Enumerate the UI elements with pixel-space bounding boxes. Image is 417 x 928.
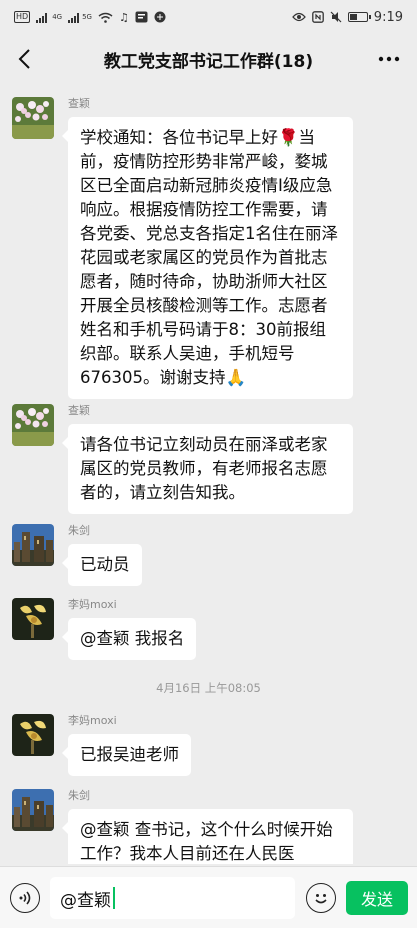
lily-avatar-image	[12, 598, 54, 640]
wifi-icon	[98, 12, 113, 23]
message-item: 查颖 请各位书记立刻动员在丽泽或老家属区的党员教师，有老师报名志愿者的，请立刻告…	[12, 404, 353, 514]
back-button[interactable]	[12, 46, 38, 72]
message-bubble[interactable]: 已报吴迪老师	[62, 734, 191, 776]
status-bar: HD 4G 5G ♫ 9:19	[0, 0, 417, 34]
text-caret	[113, 887, 115, 909]
status-left: HD 4G 5G ♫	[14, 11, 166, 24]
message-item: 李妈moxi @查颖 我报名	[12, 598, 197, 660]
more-dots-icon	[378, 56, 400, 62]
flower-avatar-image	[12, 404, 54, 446]
building-avatar-image	[12, 789, 54, 831]
notification-icon	[135, 11, 148, 23]
message-item: 查颖 学校通知：各位书记早上好🌹当前，疫情防控形势非常严峻，婺城区已全面启动新冠…	[12, 97, 353, 399]
status-time: 9:19	[373, 9, 403, 25]
building-avatar-image	[12, 524, 54, 566]
sender-name: 朱剑	[68, 789, 90, 802]
message-bubble[interactable]: 请各位书记立刻动员在丽泽或老家属区的党员教师，有老师报名志愿者的，请立刻告知我。	[62, 424, 353, 514]
message-body: 李妈moxi @查颖 我报名	[61, 598, 197, 660]
avatar[interactable]	[12, 97, 54, 139]
sender-name: 李妈moxi	[68, 598, 117, 611]
message-body: 朱剑 @查颖 查书记，这个什么时候开始工作？我本人目前还在人民医	[62, 789, 353, 864]
message-bubble[interactable]: 已动员	[62, 544, 142, 586]
flower-avatar-image	[12, 97, 54, 139]
voice-icon	[19, 891, 31, 905]
eye-icon	[291, 12, 306, 22]
avatar[interactable]	[12, 524, 54, 566]
music-icon: ♫	[118, 10, 129, 24]
signal-5g-label: 5G	[82, 13, 92, 21]
message-input-value: @查颖	[60, 890, 111, 911]
hd-icon: HD	[14, 11, 31, 23]
message-body: 查颖 请各位书记立刻动员在丽泽或老家属区的党员教师，有老师报名志愿者的，请立刻告…	[62, 404, 353, 514]
sender-name: 查颖	[68, 97, 90, 110]
mute-icon	[330, 11, 342, 23]
timestamp: 4月16日 上午08:05	[156, 681, 261, 695]
chat-title: 教工党支部书记工作群(18)	[103, 51, 314, 72]
battery-level	[349, 14, 357, 20]
signal-4g-icon: 4G	[36, 12, 62, 23]
smiley-icon	[315, 894, 327, 904]
chevron-left-icon	[18, 49, 30, 69]
message-list[interactable]: 查颖 学校通知：各位书记早上好🌹当前，疫情防控形势非常严峻，婺城区已全面启动新冠…	[0, 84, 417, 864]
nav-bar: 教工党支部书记工作群(18)	[0, 34, 417, 84]
message-item: 朱剑 已动员	[12, 524, 142, 586]
avatar[interactable]	[12, 404, 54, 446]
status-right: 9:19	[291, 9, 403, 25]
message-bubble[interactable]: @查颖 我报名	[61, 618, 197, 660]
send-button[interactable]: 发送	[346, 881, 408, 915]
message-bubble[interactable]: @查颖 查书记，这个什么时候开始工作？我本人目前还在人民医	[62, 809, 353, 864]
avatar[interactable]	[12, 714, 54, 756]
more-button[interactable]	[375, 46, 403, 72]
signal-5g-icon: 5G	[68, 12, 92, 23]
signal-4g-label: 4G	[52, 13, 63, 21]
input-bar: @查颖 发送	[0, 866, 417, 928]
sender-name: 查颖	[68, 404, 90, 417]
message-item: 李妈moxi 已报吴迪老师	[12, 714, 191, 776]
message-item: 朱剑 @查颖 查书记，这个什么时候开始工作？我本人目前还在人民医	[12, 789, 353, 864]
sender-name: 李妈moxi	[68, 714, 117, 727]
message-input[interactable]: @查颖	[50, 877, 295, 919]
message-bubble[interactable]: 学校通知：各位书记早上好🌹当前，疫情防控形势非常严峻，婺城区已全面启动新冠肺炎疫…	[62, 117, 353, 399]
nfc-icon	[311, 11, 324, 23]
avatar[interactable]	[12, 598, 54, 640]
battery-icon	[347, 12, 371, 22]
emoji-button[interactable]	[306, 883, 336, 913]
voice-button[interactable]	[10, 883, 40, 913]
lily-avatar-image	[12, 714, 54, 756]
message-body: 朱剑 已动员	[62, 524, 142, 586]
message-body: 查颖 学校通知：各位书记早上好🌹当前，疫情防控形势非常严峻，婺城区已全面启动新冠…	[62, 97, 353, 399]
sender-name: 朱剑	[68, 524, 90, 537]
avatar[interactable]	[12, 789, 54, 831]
vpn-icon	[154, 11, 166, 23]
message-body: 李妈moxi 已报吴迪老师	[62, 714, 191, 776]
